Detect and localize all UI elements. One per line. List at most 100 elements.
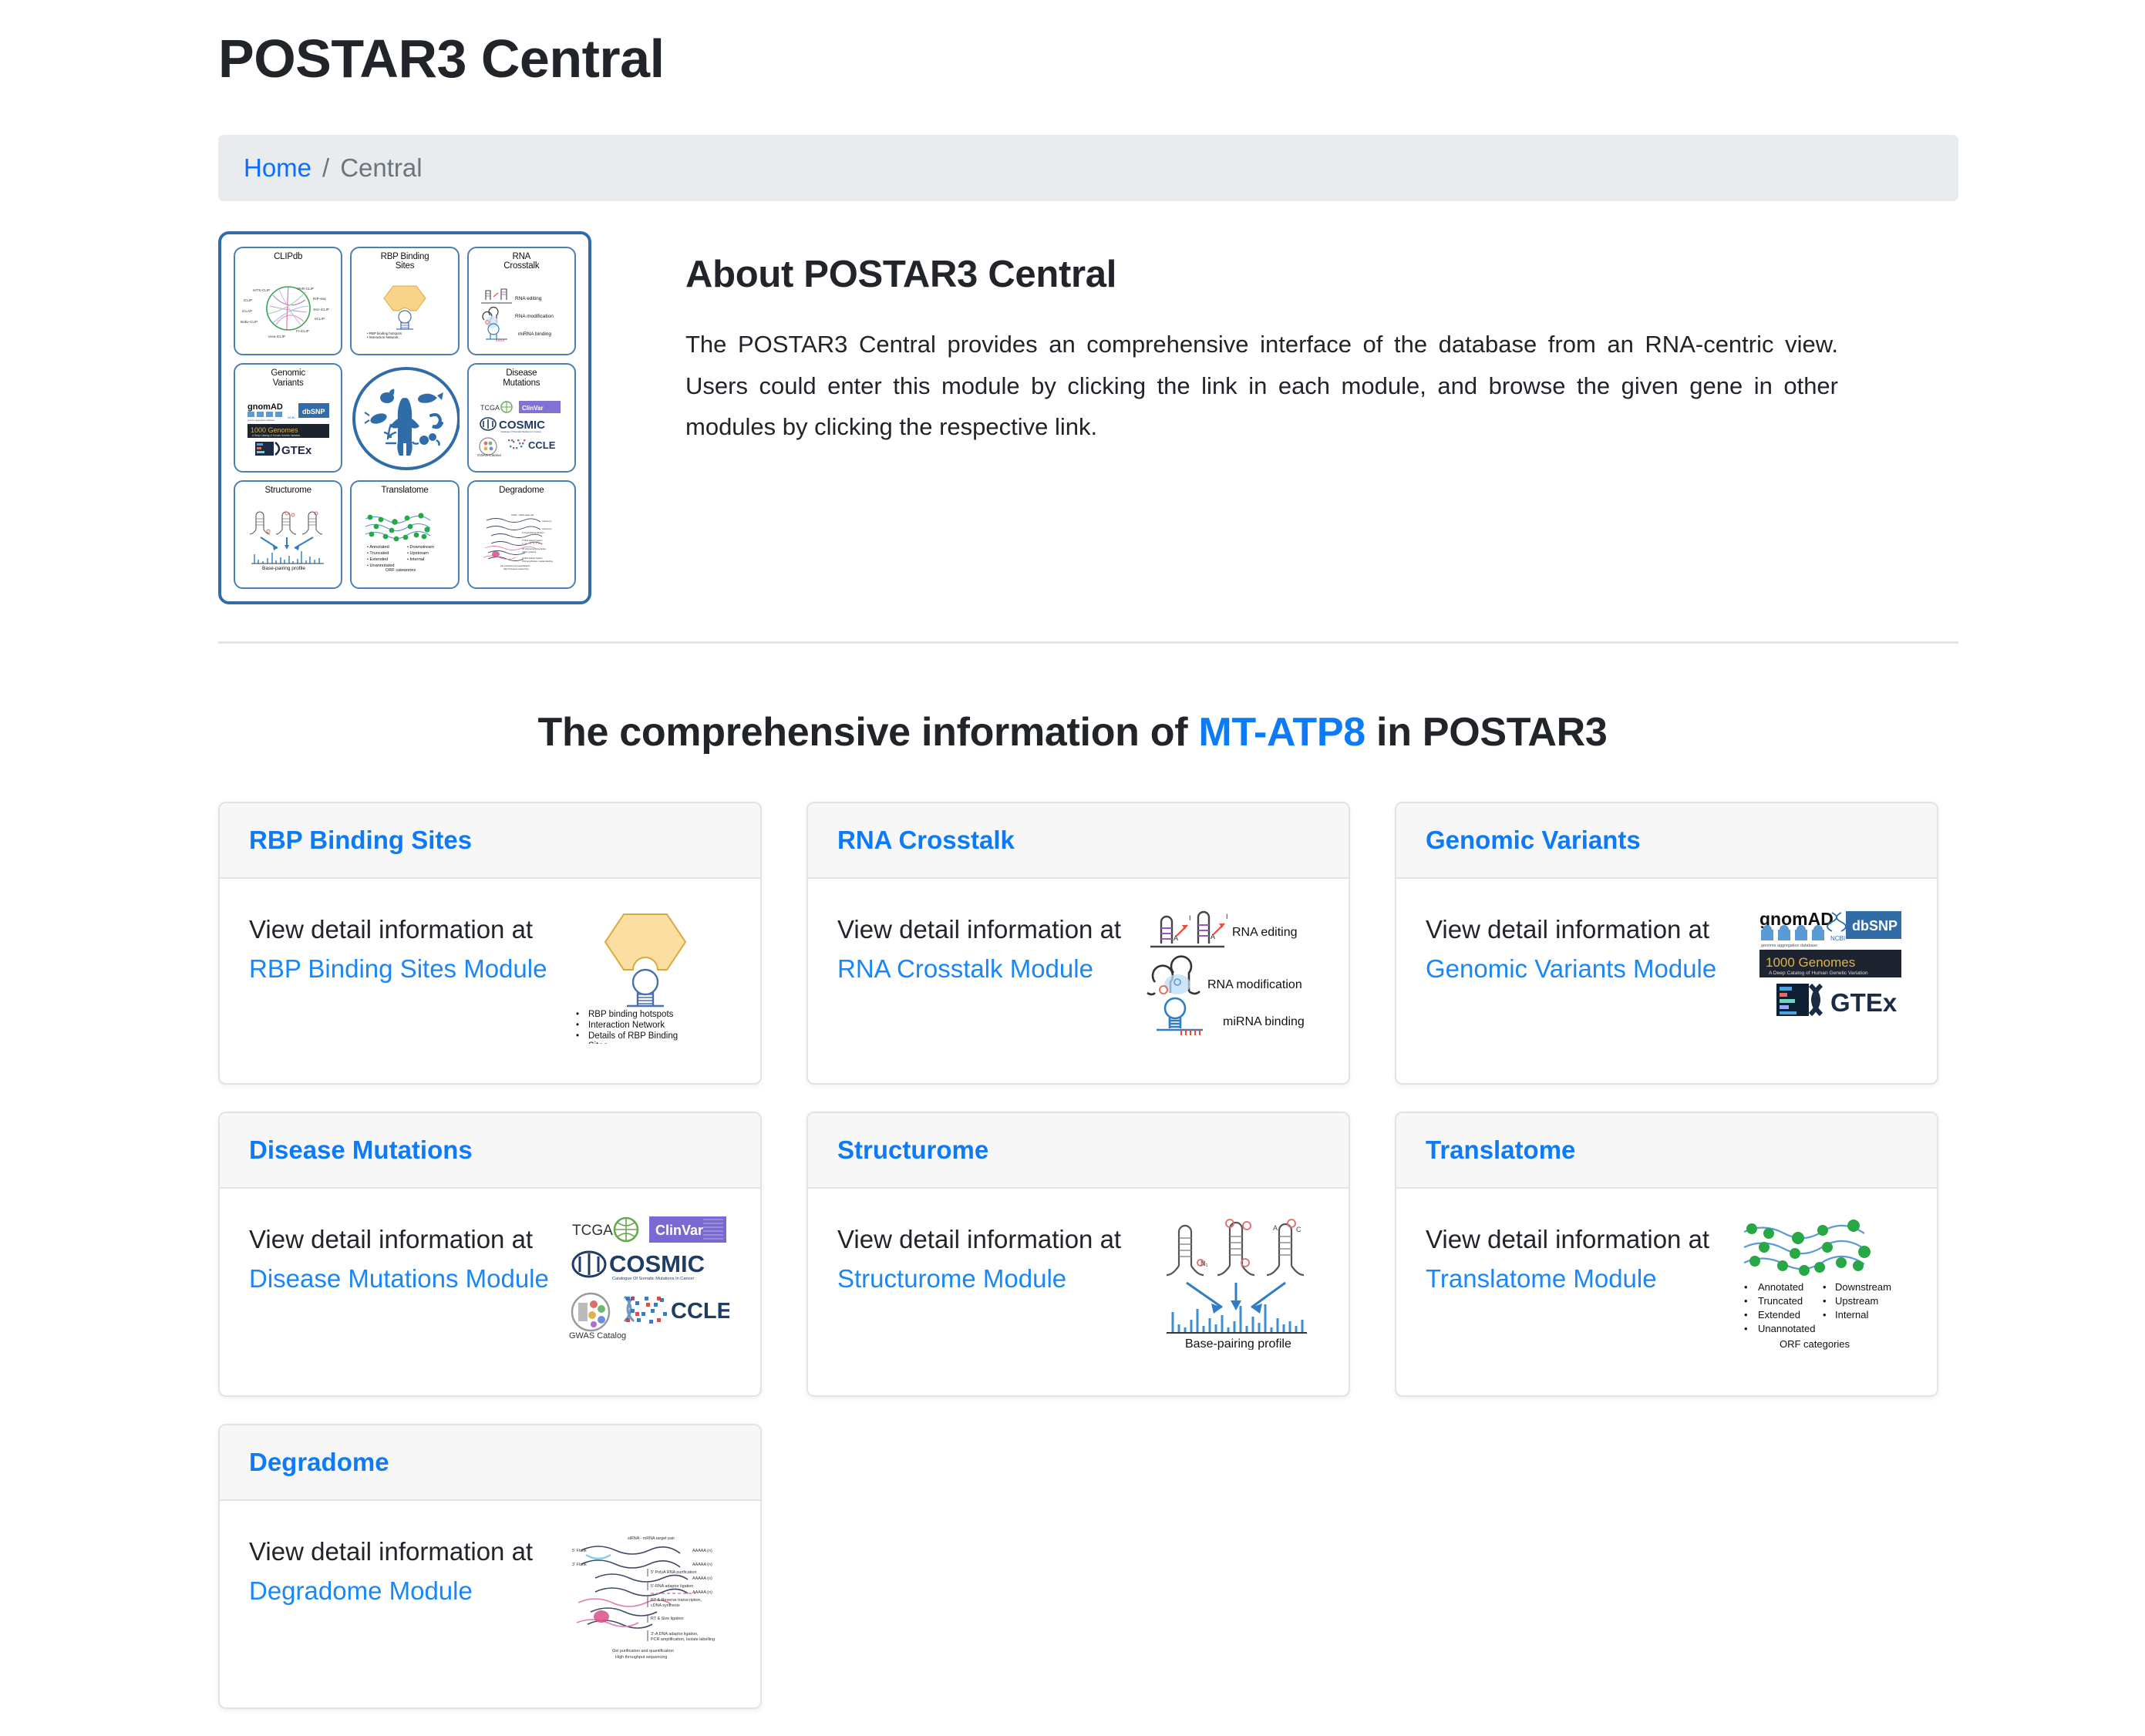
heading-prefix: The comprehensive information of <box>537 710 1199 755</box>
svg-text:NCBI: NCBI <box>288 415 295 419</box>
svg-text:ORF categories: ORF categories <box>386 568 416 571</box>
svg-text:TCGA: TCGA <box>480 404 500 412</box>
card-description: View detail information at <box>249 1537 534 1566</box>
module-card-degradome[interactable]: Degradome View detail information at Deg… <box>218 1424 762 1709</box>
card-text: View detail information at Genomic Varia… <box>1426 910 1739 988</box>
svg-text:5' RNA adaptor ligation: 5' RNA adaptor ligation <box>522 539 543 542</box>
svg-text:RT & Reverse transcription,: RT & Reverse transcription, <box>522 547 547 550</box>
svg-text:Truncated: Truncated <box>1758 1295 1803 1307</box>
svg-text:•: • <box>576 1031 579 1041</box>
card-module-link[interactable]: RNA Crosstalk Module <box>837 949 1128 988</box>
overview-cell-title: Degradome <box>499 485 544 495</box>
card-module-link[interactable]: Translatome Module <box>1426 1259 1720 1298</box>
overview-cell-title: Disease Mutations <box>503 368 540 388</box>
overview-cell-title: RNA Crosstalk <box>503 252 540 271</box>
svg-text:RNA modification: RNA modification <box>515 314 554 319</box>
circos-plot-icon: HITS-CLIP PAR-CLIP iCLIP RIP-seq iCLAP 4… <box>237 261 338 352</box>
svg-text:AAAAA (n): AAAAA (n) <box>542 527 552 530</box>
card-body: View detail information at Translatome M… <box>1396 1189 1937 1395</box>
overview-cell-title: Structurome <box>264 485 311 495</box>
svg-text:RT & Reverse transcription,: RT & Reverse transcription, <box>651 1598 702 1603</box>
card-module-link[interactable]: RBP Binding Sites Module <box>249 949 555 988</box>
heading-suffix: in POSTAR3 <box>1365 710 1608 755</box>
overview-cell-organisms <box>350 363 460 473</box>
overview-cell-translatome: Translatome • Annotated • Downstream • T… <box>350 479 460 589</box>
rbp-hexagon-icon: • RBP binding hotspots • Interaction Net… <box>354 271 455 352</box>
card-module-link[interactable]: Genomic Variants Module <box>1426 949 1739 988</box>
card-module-link[interactable]: Degradome Module <box>249 1571 551 1610</box>
svg-text:Unannotated: Unannotated <box>1758 1323 1815 1334</box>
svg-text:iCLAP: iCLAP <box>242 309 252 313</box>
card-module-link[interactable]: Structurome Module <box>837 1259 1140 1298</box>
card-module-link[interactable]: Disease Mutations Module <box>249 1259 551 1298</box>
overview-cell-rna-crosstalk: RNA Crosstalk RNA editing RNA modificati… <box>466 247 576 356</box>
module-card-rna-crosstalk[interactable]: RNA Crosstalk View detail information at… <box>806 802 1350 1085</box>
card-description: View detail information at <box>249 915 534 944</box>
svg-text:GWAS Catalog: GWAS Catalog <box>477 453 501 456</box>
rbp-hexagon-icon: • RBP binding hotspots • Interaction Netwo… <box>569 905 731 1048</box>
svg-text:• Internal: • Internal <box>407 557 424 562</box>
svg-text:• Truncated: • Truncated <box>367 551 389 556</box>
card-text: View detail information at Disease Mutat… <box>249 1220 551 1298</box>
variants-logos-icon: gnomAD genome aggregation database NCBI … <box>1753 905 1908 1048</box>
base-pairing-icon: Base-pairing profile <box>237 495 338 585</box>
breadcrumb-home-link[interactable]: Home <box>244 153 311 183</box>
about-text-block: About POSTAR3 Central The POSTAR3 Centra… <box>685 231 1958 448</box>
orf-categories-icon: • Annotated • Downstream • Truncated • Upstr… <box>1734 1215 1908 1358</box>
card-title: RBP Binding Sites <box>220 803 760 879</box>
svg-text:High throughput sequencing: High throughput sequencing <box>503 567 529 570</box>
svg-text:•: • <box>1744 1309 1748 1321</box>
card-description: View detail information at <box>1426 915 1710 944</box>
svg-text:3' DNA adaptor ligation,: 3' DNA adaptor ligation, <box>522 557 543 560</box>
svg-text:A Deep Catalog of Human Geneti: A Deep Catalog of Human Genetic Variatio… <box>252 434 300 437</box>
card-body: View detail information at Structurome M… <box>808 1189 1349 1395</box>
card-title: Disease Mutations <box>220 1113 760 1189</box>
overview-cell-structurome: Structurome Base-pairing profile <box>234 479 343 589</box>
svg-text:ClinVar: ClinVar <box>655 1223 703 1238</box>
svg-text:Gel purification and quantific: Gel purification and quantification <box>500 564 530 567</box>
svg-text:•: • <box>1823 1281 1827 1293</box>
svg-text:Gel purification and quantific: Gel purification and quantification <box>612 1649 674 1654</box>
svg-text:1000 Genomes: 1000 Genomes <box>251 426 298 434</box>
orf-categories-icon: • Annotated • Downstream • Truncated • Ups… <box>354 495 455 585</box>
svg-text:ORF categories: ORF categories <box>1780 1338 1850 1350</box>
gene-name: MT-ATP8 <box>1198 710 1365 755</box>
svg-text:Sites: Sites <box>588 1041 608 1044</box>
svg-text:RNA editing: RNA editing <box>515 296 542 301</box>
svg-text:RBP binding hotspots: RBP binding hotspots <box>588 1010 674 1019</box>
card-title: Translatome <box>1396 1113 1937 1189</box>
svg-text:A Deep Catalog of Human Geneti: A Deep Catalog of Human Genetic Variatio… <box>1769 971 1868 976</box>
module-card-structurome[interactable]: Structurome View detail information at S… <box>806 1112 1350 1397</box>
svg-text:Catalogue Of Somatic Mutations: Catalogue Of Somatic Mutations In Cancer <box>500 430 541 433</box>
card-text: View detail information at Structurome M… <box>837 1220 1140 1298</box>
svg-text:•: • <box>576 1021 579 1030</box>
card-title: Structurome <box>808 1113 1349 1189</box>
module-card-genomic-variants[interactable]: Genomic Variants View detail information… <box>1395 802 1938 1085</box>
svg-text:CCLE: CCLE <box>671 1299 729 1324</box>
card-text: View detail information at Degradome Mod… <box>249 1532 551 1610</box>
svg-text:• Extended: • Extended <box>367 557 388 562</box>
svg-text:3' Flank: 3' Flank <box>572 1563 587 1567</box>
module-card-translatome[interactable]: Translatome View detail information at T… <box>1395 1112 1938 1397</box>
svg-text:genome aggregation database: genome aggregation database <box>248 419 275 422</box>
module-card-rbp-binding-sites[interactable]: RBP Binding Sites View detail informatio… <box>218 802 762 1085</box>
svg-text:urea-iCLIP: urea-iCLIP <box>268 335 285 338</box>
module-card-grid: RBP Binding Sites View detail informatio… <box>218 802 1962 1736</box>
overview-cell-rbp-binding-sites: RBP Binding Sites • RBP binding hotspots… <box>350 247 460 356</box>
card-title: Genomic Variants <box>1396 803 1937 879</box>
svg-text:AAAAA (n): AAAAA (n) <box>692 1590 712 1595</box>
card-title: Degradome <box>220 1425 760 1501</box>
svg-text:GTEx: GTEx <box>1830 988 1898 1017</box>
rna-crosstalk-icon: RNA editing RNA modification miRNA bindi… <box>471 271 572 352</box>
disease-logos-icon: TCGA ClinVar COSMIC Catalogue Of Somatic… <box>471 388 572 469</box>
breadcrumb-current: Central <box>340 153 423 182</box>
central-page: POSTAR3 Central Home / Central CLIPdb HI… <box>0 0 2145 1716</box>
module-card-disease-mutations[interactable]: Disease Mutations View detail informatio… <box>218 1112 762 1397</box>
svg-text:1000 Genomes: 1000 Genomes <box>1766 955 1855 970</box>
svg-text:PAR-CLIP: PAR-CLIP <box>298 287 314 291</box>
svg-text:GTEx: GTEx <box>281 444 312 457</box>
overview-cell-title: Translatome <box>381 485 429 495</box>
card-body: View detail information at Degradome Mod… <box>220 1501 760 1707</box>
disease-logos-icon: TCGA ClinVar COSMIC Catalogue Of Somatic… <box>565 1215 731 1358</box>
overview-cell-title: Genomic Variants <box>271 368 305 388</box>
